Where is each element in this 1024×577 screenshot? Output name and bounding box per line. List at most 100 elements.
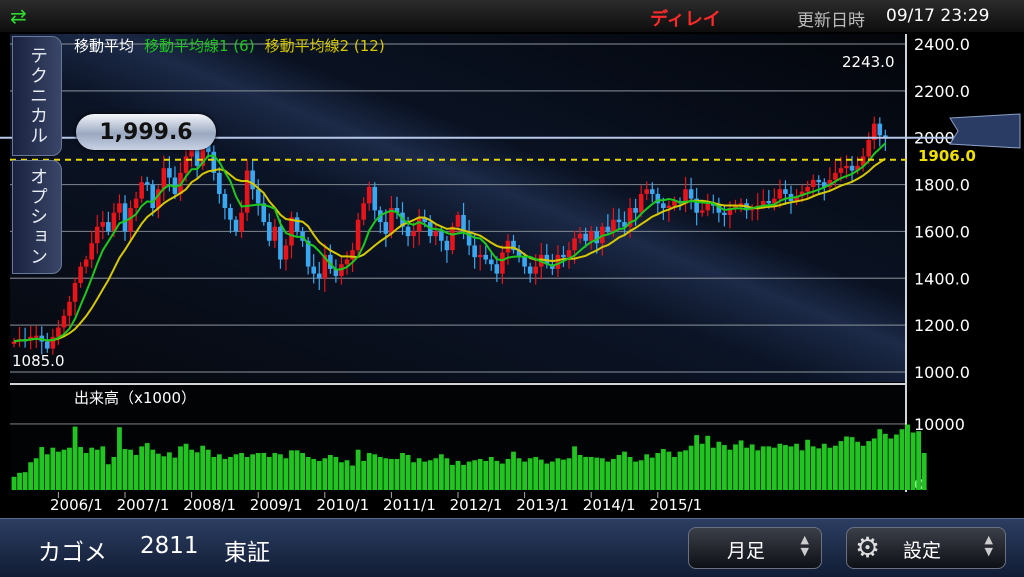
updown-arrows-icon: ▲ ▼	[984, 533, 993, 558]
volume-bar	[411, 462, 416, 490]
candle-body	[372, 186, 378, 211]
candle-body	[605, 226, 611, 232]
candle-body	[311, 266, 316, 274]
volume-bar	[577, 454, 583, 490]
volume-bar	[866, 441, 872, 490]
volume-bar	[583, 456, 589, 490]
volume-bar	[821, 443, 827, 490]
candle-body	[267, 222, 272, 241]
volume-bar	[555, 458, 561, 490]
candle-body	[117, 203, 122, 213]
x-tick-label: 2010/1	[316, 496, 369, 514]
volume-bar	[300, 452, 305, 490]
volume-bar	[855, 441, 860, 490]
volume-bar	[316, 460, 322, 490]
volume-bar	[910, 432, 916, 490]
ref-price-label: 1906.0	[918, 147, 976, 165]
volume-bar	[805, 439, 811, 490]
tab-option-label: オプション	[27, 167, 48, 267]
candle-body	[405, 226, 411, 237]
candle-body	[439, 231, 444, 241]
settings-button[interactable]: ⚙ 設定 ▲ ▼	[846, 527, 1006, 569]
candle-body	[161, 168, 167, 190]
volume-bar	[816, 448, 822, 490]
high-label: 2243.0	[842, 53, 895, 71]
tab-technical[interactable]: テクニカル	[12, 36, 62, 156]
candle-body	[316, 273, 322, 279]
volume-bar	[666, 451, 672, 490]
volume-bar	[899, 429, 905, 490]
volume-bar	[749, 444, 755, 490]
current-price-badge: 1,999.6	[76, 114, 216, 150]
candle-body	[289, 217, 294, 246]
volume-bar	[849, 437, 855, 490]
volume-bar	[372, 454, 378, 490]
candle-body	[472, 245, 477, 258]
candle-body	[477, 254, 483, 258]
volume-bar	[660, 449, 666, 490]
candle-body	[239, 212, 244, 232]
volume-bar	[161, 456, 167, 490]
volume-bar	[239, 452, 244, 490]
candle-body	[383, 222, 389, 234]
candle-body	[150, 184, 156, 208]
candle-body	[666, 205, 672, 208]
volume-bar	[105, 464, 111, 490]
volume-bar	[266, 456, 272, 490]
candle-body	[222, 193, 228, 208]
stock-name: カゴメ	[38, 540, 107, 566]
candle-body	[483, 254, 489, 260]
candle-body	[72, 282, 78, 302]
legend-ma1: 移動平均線1 (6)	[144, 37, 255, 55]
volume-bar	[833, 445, 838, 490]
tab-option[interactable]: オプション	[12, 160, 62, 274]
volume-bar	[22, 472, 28, 490]
volume-bar	[144, 443, 150, 490]
low-label: 1085.0	[12, 352, 65, 370]
candle-body	[838, 168, 844, 173]
volume-bar	[438, 454, 444, 490]
volume-bar	[561, 459, 566, 490]
candle-body	[844, 165, 849, 169]
volume-bar	[183, 443, 189, 490]
candle-body	[233, 219, 239, 232]
volume-bar	[794, 443, 799, 490]
candle-body	[649, 189, 655, 194]
x-tick-label: 2009/1	[250, 496, 303, 514]
period-selector[interactable]: 月足 ▲ ▼	[688, 527, 822, 569]
volume-bar	[799, 450, 805, 490]
volume-bar	[705, 435, 711, 490]
candle-body	[522, 257, 527, 267]
candle-body	[816, 179, 822, 183]
candle-body	[766, 200, 772, 204]
volume-bar	[905, 424, 910, 490]
candle-body	[350, 250, 355, 260]
price-chart[interactable]: 2006/1 2007/1 2008/1 2009/1 2010/1 2011/1 2012…	[0, 32, 1024, 518]
volume-bar	[111, 456, 117, 490]
volume-bar	[727, 449, 733, 490]
volume-bar	[683, 450, 688, 490]
price-tick-label: 2200.0	[914, 82, 970, 101]
volume-tick-label: 10000	[914, 415, 965, 434]
candle-body	[777, 189, 783, 199]
candle-body	[94, 226, 100, 244]
volume-bar	[450, 464, 455, 490]
volume-bar	[605, 461, 611, 490]
volume-bar	[383, 458, 389, 490]
volume-bar	[389, 458, 394, 490]
volume-bar	[272, 452, 278, 490]
volume-bar	[860, 445, 866, 490]
candle-body	[616, 219, 622, 223]
volume-bar	[566, 458, 572, 490]
candle-body	[78, 266, 83, 283]
candle-body	[444, 240, 450, 251]
swap-arrows-icon[interactable]: ⇄	[10, 4, 27, 28]
volume-bar	[122, 449, 128, 490]
volume-bar	[738, 440, 744, 490]
volume-bar	[194, 452, 200, 490]
candle-body	[89, 243, 94, 260]
legend-title: 移動平均	[74, 37, 134, 55]
volume-bar	[710, 447, 716, 490]
delay-indicator: ディレイ	[650, 9, 721, 30]
volume-bar	[405, 454, 411, 490]
